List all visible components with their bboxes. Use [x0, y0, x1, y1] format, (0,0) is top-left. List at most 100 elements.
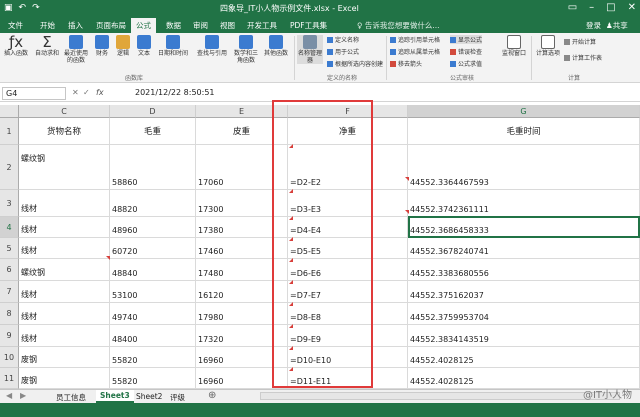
define-name-button[interactable]: 定义名称: [327, 35, 359, 44]
tab-pdf-tools[interactable]: PDF工具集: [290, 20, 327, 31]
trace-dependents-button[interactable]: 追踪从属单元格: [390, 47, 440, 56]
text-button[interactable]: 文本: [135, 35, 153, 57]
calc-now-button[interactable]: 开始计算: [564, 37, 596, 46]
insert-function-button[interactable]: ƒx 插入函数: [3, 35, 29, 58]
table-cell-d[interactable]: 48840: [110, 259, 196, 281]
tab-developer[interactable]: 开发工具: [247, 20, 277, 31]
lookup-button[interactable]: 查找与引用: [194, 35, 230, 57]
table-cell-d[interactable]: 48960: [110, 217, 196, 238]
watch-window-button[interactable]: 监视窗口: [500, 35, 528, 57]
table-cell-g[interactable]: 44552.3834143519: [408, 325, 640, 347]
add-sheet-icon[interactable]: ⊕: [208, 390, 216, 401]
create-from-selection-button[interactable]: 根据所选内容创建: [327, 59, 383, 68]
next-sheet-icon[interactable]: ▶: [20, 391, 26, 400]
tab-page-layout[interactable]: 页面布局: [96, 20, 126, 31]
close-icon[interactable]: ✕: [628, 2, 636, 13]
sign-in-link[interactable]: 登录: [586, 20, 601, 31]
math-trig-button[interactable]: 数学和三角函数: [234, 35, 258, 64]
table-cell-g[interactable]: 44552.3742361111: [408, 190, 640, 217]
column-header-c[interactable]: C: [19, 105, 110, 118]
table-cell-d[interactable]: 60720: [110, 238, 196, 259]
sheet-tab-sheet2[interactable]: Sheet2: [132, 391, 166, 402]
insert-function-icon[interactable]: fx: [96, 88, 104, 97]
table-cell-d[interactable]: 55820: [110, 368, 196, 389]
column-header-g[interactable]: G: [408, 105, 640, 118]
financial-button[interactable]: 财务: [93, 35, 111, 57]
minimize-icon[interactable]: –: [589, 2, 594, 13]
table-cell-c[interactable]: 螺纹钢: [19, 259, 110, 281]
calc-options-button[interactable]: 计算选项: [535, 35, 561, 57]
maximize-icon[interactable]: □: [606, 2, 615, 13]
row-header[interactable]: 10: [0, 347, 19, 368]
row-header[interactable]: 11: [0, 368, 19, 389]
table-cell-c[interactable]: 螺纹钢: [19, 145, 110, 190]
calc-sheet-button[interactable]: 计算工作表: [564, 53, 602, 62]
table-cell-d[interactable]: 53100: [110, 281, 196, 303]
horizontal-scrollbar[interactable]: [260, 392, 620, 400]
remove-arrows-button[interactable]: 移去箭头: [390, 59, 422, 68]
tab-file[interactable]: 文件: [8, 20, 23, 31]
tab-data[interactable]: 数据: [166, 20, 181, 31]
table-cell-d[interactable]: 55820: [110, 347, 196, 368]
table-cell-g[interactable]: 44552.375162037: [408, 281, 640, 303]
table-cell-c[interactable]: 废钢: [19, 368, 110, 389]
table-cell-c[interactable]: 废钢: [19, 347, 110, 368]
header-cell-g[interactable]: 毛重时间: [408, 118, 640, 145]
row-header[interactable]: 6: [0, 259, 19, 281]
name-box[interactable]: G4: [2, 87, 66, 100]
tell-me-box[interactable]: ♀ 告诉我您想要做什么...: [357, 20, 440, 31]
table-cell-c[interactable]: 线材: [19, 281, 110, 303]
tab-formulas[interactable]: 公式: [131, 18, 156, 33]
error-checking-button[interactable]: 错误检查: [450, 47, 482, 56]
row-header[interactable]: 3: [0, 190, 19, 217]
table-cell-g[interactable]: 44552.4028125: [408, 347, 640, 368]
table-cell-c[interactable]: 线材: [19, 303, 110, 325]
table-cell-g[interactable]: 44552.3364467593: [408, 145, 640, 190]
tab-review[interactable]: 审阅: [193, 20, 208, 31]
datetime-button[interactable]: 日期和时间: [157, 35, 189, 57]
evaluate-formula-button[interactable]: 公式求值: [450, 59, 482, 68]
prev-sheet-icon[interactable]: ◀: [6, 391, 12, 400]
table-cell-c[interactable]: 线材: [19, 238, 110, 259]
table-cell-g[interactable]: 44552.3383680556: [408, 259, 640, 281]
table-cell-d[interactable]: 49740: [110, 303, 196, 325]
table-cell-g[interactable]: 44552.3759953704: [408, 303, 640, 325]
trace-precedents-button[interactable]: 追踪引用单元格: [390, 35, 440, 44]
row-header[interactable]: 8: [0, 303, 19, 325]
sheet-tab-sheet3[interactable]: Sheet3: [96, 390, 134, 403]
use-in-formula-button[interactable]: 用于公式: [327, 47, 359, 56]
table-cell-c[interactable]: 线材: [19, 190, 110, 217]
formula-input[interactable]: 2021/12/22 8:50:51: [135, 88, 215, 97]
table-cell-d[interactable]: 48400: [110, 325, 196, 347]
ribbon-display-icon[interactable]: ▭: [568, 2, 577, 13]
row-header[interactable]: 9: [0, 325, 19, 347]
recent-functions-button[interactable]: 最近使用的函数: [62, 35, 90, 64]
enter-icon[interactable]: ✓: [83, 88, 90, 97]
undo-icon[interactable]: ↶: [19, 3, 27, 13]
redo-icon[interactable]: ↷: [32, 3, 40, 13]
header-cell-c[interactable]: 货物名称: [19, 118, 110, 145]
row-header[interactable]: 1: [0, 118, 19, 145]
table-cell-g[interactable]: 44552.3678240741: [408, 238, 640, 259]
tab-view[interactable]: 视图: [220, 20, 235, 31]
table-cell-d[interactable]: 58860: [110, 145, 196, 190]
cancel-icon[interactable]: ✕: [72, 88, 79, 97]
table-cell-d[interactable]: 48820: [110, 190, 196, 217]
header-cell-d[interactable]: 毛重: [110, 118, 196, 145]
table-cell-c[interactable]: 线材: [19, 325, 110, 347]
row-header[interactable]: 5: [0, 238, 19, 259]
more-functions-button[interactable]: 其他函数: [263, 35, 289, 57]
name-manager-button[interactable]: 名称管理器: [297, 35, 323, 64]
logical-button[interactable]: 逻辑: [114, 35, 132, 57]
row-header[interactable]: 4: [0, 217, 19, 238]
share-button[interactable]: ♟共享: [606, 20, 628, 31]
select-all-corner[interactable]: [0, 105, 19, 118]
table-cell-c[interactable]: 线材: [19, 217, 110, 238]
row-header[interactable]: 2: [0, 145, 19, 190]
autosum-button[interactable]: Σ 自动求和: [34, 35, 60, 58]
row-header[interactable]: 7: [0, 281, 19, 303]
column-header-d[interactable]: D: [110, 105, 196, 118]
show-formulas-button[interactable]: 显示公式: [450, 35, 483, 44]
tab-home[interactable]: 开始: [40, 20, 55, 31]
save-icon[interactable]: ▣: [4, 3, 13, 13]
